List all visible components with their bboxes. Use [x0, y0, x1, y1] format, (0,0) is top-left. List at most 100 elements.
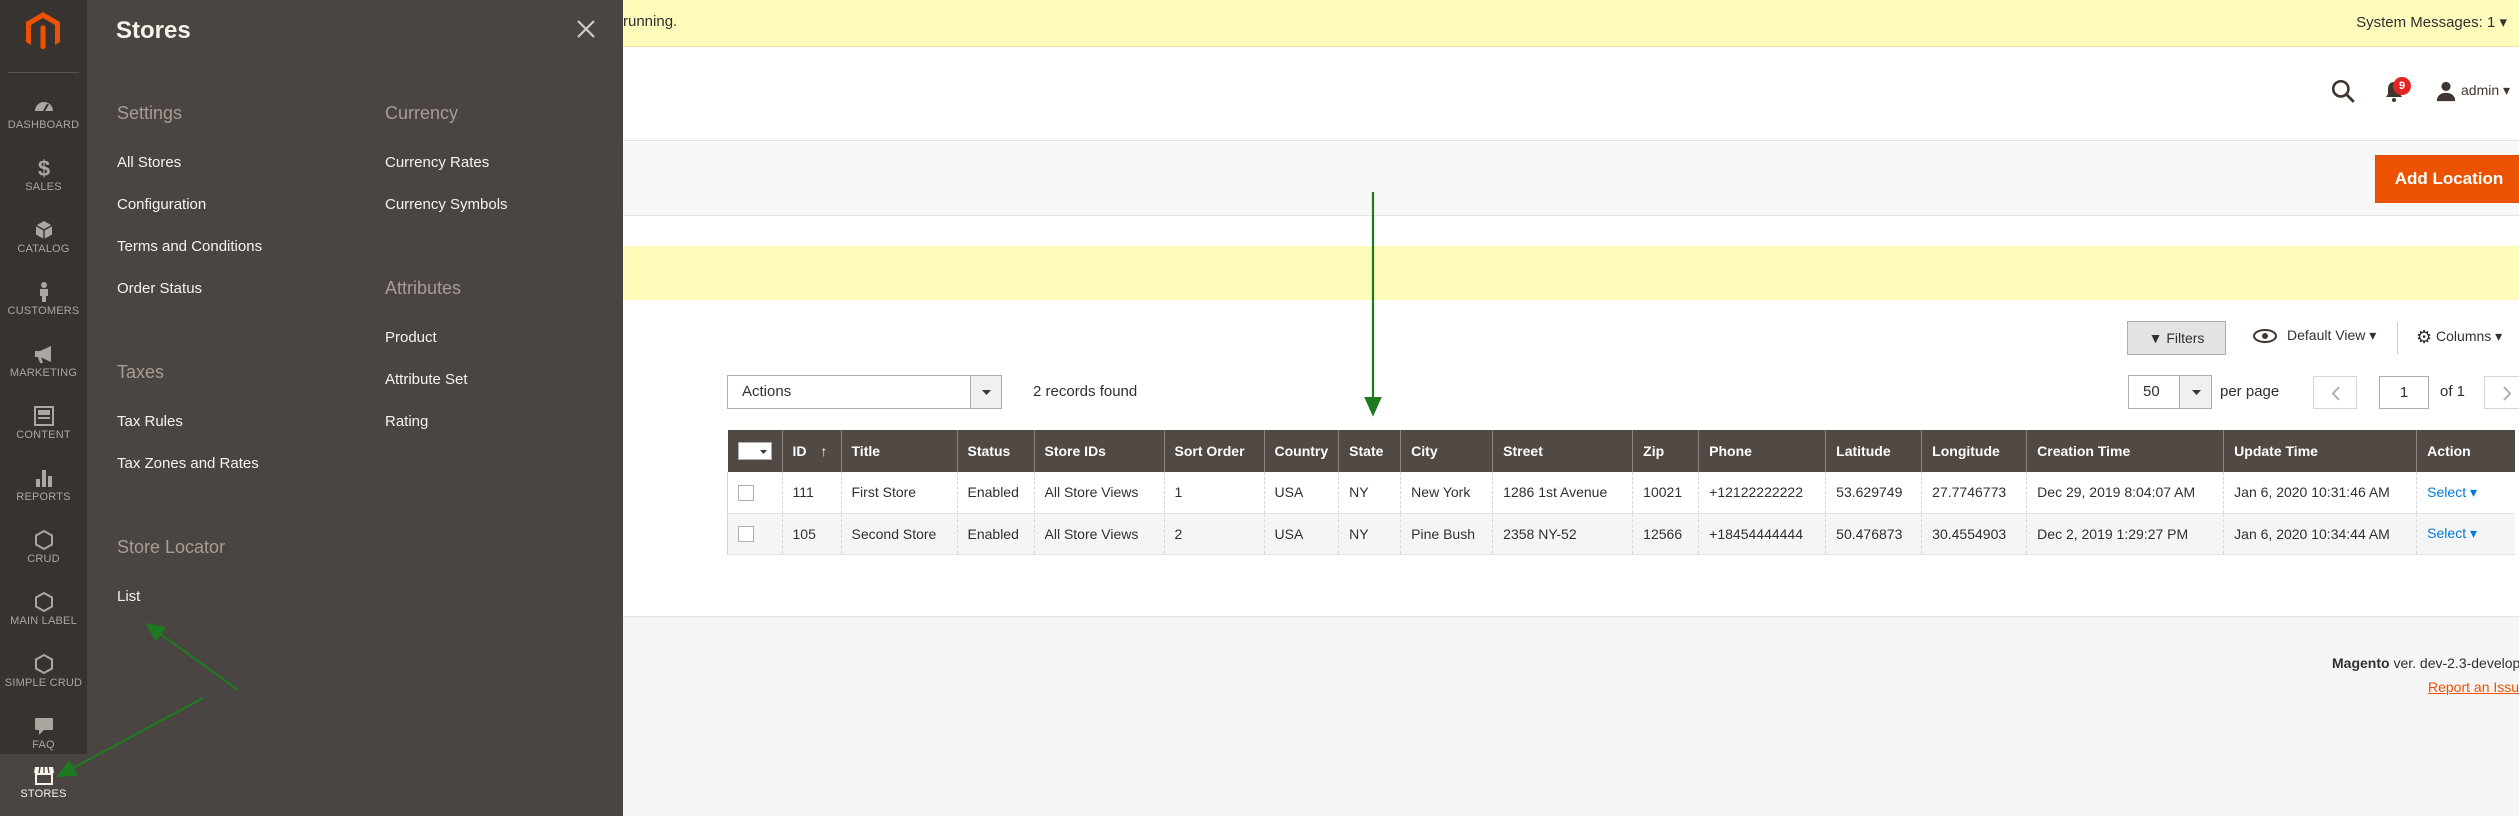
column-header-city[interactable]: City	[1400, 430, 1493, 472]
menu-item-simple-crud[interactable]: SIMPLE CRUD	[0, 643, 87, 705]
menu-label: STORES	[20, 788, 67, 800]
link-order-status[interactable]: Order Status	[117, 280, 262, 297]
menu-item-marketing[interactable]: MARKETING	[0, 333, 87, 395]
magento-logo-icon[interactable]	[26, 12, 60, 52]
page-number-input[interactable]: 1	[2379, 376, 2429, 409]
cell-title: First Store	[840, 472, 957, 514]
hexagon-icon	[34, 591, 53, 613]
admin-user-menu[interactable]: admin ▾	[2461, 82, 2510, 99]
column-header-state[interactable]: State	[1338, 430, 1401, 472]
system-messages-toggle[interactable]: System Messages: 1 ▾	[2356, 13, 2507, 31]
cell-store-ids: All Store Views	[1033, 472, 1164, 514]
link-configuration[interactable]: Configuration	[117, 196, 262, 213]
gear-icon: ⚙	[2416, 327, 2433, 347]
menu-item-catalog[interactable]: CATALOG	[0, 209, 87, 271]
menu-item-dashboard[interactable]: DASHBOARD	[0, 85, 87, 147]
columns-dropdown[interactable]: ⚙ Columns ▾	[2416, 327, 2502, 348]
row-checkbox[interactable]	[738, 484, 754, 501]
link-terms-and-conditions[interactable]: Terms and Conditions	[117, 238, 262, 255]
search-icon[interactable]	[2330, 78, 2356, 104]
section-heading-currency: Currency	[385, 103, 459, 123]
link-currency-symbols[interactable]: Currency Symbols	[385, 196, 508, 213]
menu-item-main-label[interactable]: MAIN LABEL	[0, 581, 87, 643]
row-action-select[interactable]: Select ▾	[2416, 513, 2515, 555]
cell-phone: +18454444444	[1698, 513, 1826, 555]
flyout-title: Stores	[116, 17, 191, 44]
mass-select-header[interactable]	[727, 430, 782, 472]
cell-state: NY	[1338, 513, 1401, 555]
menu-item-crud[interactable]: CRUD	[0, 519, 87, 581]
system-messages-label: System Messages: 1	[2356, 14, 2496, 31]
column-label: ID	[792, 443, 807, 459]
menu-item-sales[interactable]: $ SALES	[0, 147, 87, 209]
column-header-id[interactable]: ID ↑	[781, 430, 841, 472]
stores-flyout-panel: Stores Settings All Stores Configuration…	[87, 0, 623, 816]
link-tax-rules[interactable]: Tax Rules	[117, 413, 262, 430]
svg-text:$: $	[37, 157, 49, 179]
dashboard-icon	[34, 102, 53, 112]
add-location-button[interactable]: Add Location	[2375, 155, 2519, 203]
column-header-phone[interactable]: Phone	[1698, 430, 1826, 472]
table-row[interactable]: 105 Second Store Enabled All Store Views…	[727, 513, 2515, 555]
column-header-title[interactable]: Title	[840, 430, 957, 472]
column-header-store-ids[interactable]: Store IDs	[1033, 430, 1164, 472]
link-attribute-set[interactable]: Attribute Set	[385, 371, 508, 388]
select-action-link[interactable]: Select	[2427, 525, 2466, 541]
link-list[interactable]: List	[117, 588, 262, 605]
row-checkbox[interactable]	[738, 526, 754, 543]
page-footer: Magento ver. dev-2.3-develop Report an I…	[623, 616, 2519, 816]
footer-version: ver. dev-2.3-develop	[2393, 655, 2519, 671]
mass-actions-select[interactable]: Actions	[727, 375, 1002, 409]
page-actions-bar: Add Location	[623, 140, 2519, 216]
column-header-update-time[interactable]: Update Time	[2223, 430, 2417, 472]
user-icon[interactable]	[2435, 80, 2457, 102]
column-header-street[interactable]: Street	[1492, 430, 1633, 472]
report-issue-link[interactable]: Report an Issue	[2428, 679, 2519, 695]
columns-label: Columns	[2436, 328, 2492, 345]
sort-ascending-icon: ↑	[820, 443, 828, 459]
cell-status: Enabled	[956, 513, 1034, 555]
dollar-icon: $	[37, 157, 49, 179]
link-rating[interactable]: Rating	[385, 413, 508, 430]
table-row[interactable]: 111 First Store Enabled All Store Views …	[727, 472, 2515, 514]
menu-label: FAQ	[32, 739, 55, 751]
row-select-cell[interactable]	[727, 472, 782, 514]
link-currency-rates[interactable]: Currency Rates	[385, 154, 508, 171]
menu-item-content[interactable]: CONTENT	[0, 395, 87, 457]
column-header-status[interactable]: Status	[956, 430, 1034, 472]
menu-item-reports[interactable]: REPORTS	[0, 457, 87, 519]
menu-label: CATALOG	[17, 243, 70, 255]
select-action-link[interactable]: Select	[2427, 484, 2466, 500]
row-action-select[interactable]: Select ▾	[2416, 472, 2515, 514]
column-header-zip[interactable]: Zip	[1632, 430, 1699, 472]
link-tax-zones-and-rates[interactable]: Tax Zones and Rates	[117, 455, 262, 472]
person-icon	[39, 282, 48, 302]
link-product[interactable]: Product	[385, 329, 508, 346]
section-heading-taxes: Taxes	[117, 362, 165, 382]
row-select-cell[interactable]	[727, 513, 782, 555]
default-view-dropdown[interactable]: Default View ▾	[2253, 327, 2376, 344]
layout-icon	[33, 406, 54, 426]
column-header-sort-order[interactable]: Sort Order	[1163, 430, 1264, 472]
section-heading-attributes: Attributes	[385, 278, 462, 298]
cell-title: Second Store	[840, 513, 957, 555]
column-header-country[interactable]: Country	[1263, 430, 1339, 472]
cell-city: Pine Bush	[1400, 513, 1493, 555]
previous-page-button[interactable]	[2313, 376, 2357, 409]
filters-button[interactable]: ▼ Filters	[2127, 321, 2226, 355]
column-header-longitude[interactable]: Longitude	[1921, 430, 2027, 472]
bar-chart-icon	[35, 470, 52, 487]
mass-select-checkbox[interactable]	[737, 442, 772, 461]
next-page-button[interactable]	[2484, 376, 2519, 409]
column-header-creation-time[interactable]: Creation Time	[2026, 430, 2224, 472]
cell-zip: 12566	[1632, 513, 1699, 555]
close-icon[interactable]	[574, 17, 598, 41]
menu-label: CUSTOMERS	[7, 305, 80, 317]
menu-item-customers[interactable]: CUSTOMERS	[0, 271, 87, 333]
per-page-select[interactable]: 50	[2128, 375, 2212, 409]
hexagon-icon	[34, 653, 53, 675]
column-header-latitude[interactable]: Latitude	[1825, 430, 1922, 472]
menu-item-stores[interactable]: STORES	[0, 754, 87, 816]
link-all-stores[interactable]: All Stores	[117, 154, 262, 171]
cell-latitude: 50.476873	[1825, 513, 1922, 555]
